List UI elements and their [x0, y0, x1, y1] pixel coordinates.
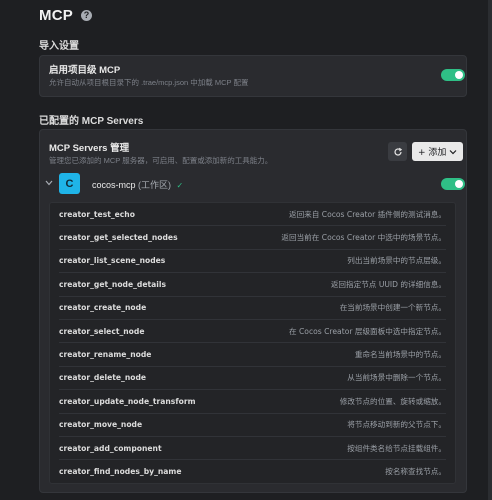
tool-row: creator_find_nodes_by_name 按名称查找节点。 [59, 460, 446, 482]
tool-description: 按组件类名给节点挂载组件。 [347, 443, 446, 453]
tool-row: creator_create_node 在当前场景中创建一个新节点。 [59, 297, 446, 320]
tool-name: creator_create_node [59, 303, 147, 313]
server-row-cocos-mcp[interactable]: C cocos-mcp (工作区) ✓ [45, 173, 465, 197]
add-server-button[interactable]: + 添加 [412, 142, 464, 161]
tool-name: creator_delete_node [59, 373, 147, 383]
tool-description: 按名称查找节点。 [385, 466, 446, 476]
page-title: MCP [39, 6, 73, 24]
tool-description: 在 Cocos Creator 层级面板中选中指定节点。 [288, 326, 446, 336]
tool-row: creator_select_node 在 Cocos Creator 层级面板… [59, 320, 446, 344]
servers-manage-description: 管理您已添加的 MCP 服务器，可启用、配置或添加新的工具能力。 [49, 156, 273, 165]
tool-name: creator_add_component [59, 443, 162, 453]
tool-row: creator_list_scene_nodes 列出当前场景中的节点层级。 [59, 250, 446, 274]
tool-description: 在当前场景中创建一个新节点。 [339, 303, 446, 313]
server-enable-toggle[interactable] [441, 178, 465, 190]
tool-row: creator_delete_node 从当前场景中删除一个节点。 [59, 367, 446, 391]
servers-section-title: 已配置的 MCP Servers [39, 116, 144, 127]
tool-name: creator_rename_node [59, 350, 152, 360]
tool-description: 列出当前场景中的节点层级。 [347, 256, 446, 266]
check-icon: ✓ [176, 181, 184, 190]
refresh-icon [393, 147, 402, 156]
tool-name: creator_test_echo [59, 209, 135, 219]
scrollbar-thumb[interactable] [488, 0, 492, 500]
tool-row: creator_update_node_transform 修改节点的位置、旋转… [59, 390, 446, 414]
server-workspace-tag: (工作区) [138, 180, 172, 190]
tool-description: 将节点移动到新的父节点下。 [347, 420, 446, 430]
project-mcp-setting-card: 启用项目级 MCP 允许自动从项目根目录下的 .trae/mcp.json 中加… [39, 55, 467, 97]
tool-name: creator_list_scene_nodes [59, 256, 166, 266]
tool-description: 返回来自 Cocos Creator 插件侧的测试消息。 [288, 209, 446, 219]
chevron-down-icon [449, 149, 457, 154]
import-section-title: 导入设置 [39, 41, 79, 52]
setting-description: 允许自动从项目根目录下的 .trae/mcp.json 中加载 MCP 配置 [49, 78, 249, 87]
tool-description: 从当前场景中删除一个节点。 [347, 373, 446, 383]
servers-manage-title: MCP Servers 管理 [49, 143, 130, 154]
tool-name: creator_update_node_transform [59, 396, 196, 406]
tool-row: creator_move_node 将节点移动到新的父节点下。 [59, 414, 446, 437]
tool-name: creator_move_node [59, 420, 143, 430]
tool-name: creator_get_node_details [59, 279, 166, 289]
server-name: cocos-mcp [92, 180, 136, 190]
tool-row: creator_get_selected_nodes 返回当前在 Cocos C… [59, 226, 446, 250]
server-avatar: C [59, 173, 80, 194]
mcp-settings-page: MCP ? 导入设置 启用项目级 MCP 允许自动从项目根目录下的 .trae/… [0, 0, 492, 500]
server-name-line: cocos-mcp (工作区) ✓ [92, 178, 183, 191]
tool-row: creator_test_echo 返回来自 Cocos Creator 插件侧… [59, 203, 446, 227]
tool-name: creator_find_nodes_by_name [59, 466, 182, 476]
tool-description: 重命名当前场景中的节点。 [354, 350, 446, 360]
tool-name: creator_select_node [59, 326, 145, 336]
tool-description: 修改节点的位置、旋转或缩放。 [339, 396, 446, 406]
mcp-servers-card: MCP Servers 管理 管理您已添加的 MCP 服务器，可启用、配置或添加… [39, 129, 467, 493]
tools-list: creator_test_echo 返回来自 Cocos Creator 插件侧… [49, 202, 456, 484]
tool-name: creator_get_selected_nodes [59, 233, 178, 243]
chevron-down-icon[interactable] [45, 180, 53, 186]
toggle-knob [455, 71, 463, 79]
tool-row: creator_add_component 按组件类名给节点挂载组件。 [59, 437, 446, 461]
tool-row: creator_rename_node 重命名当前场景中的节点。 [59, 343, 446, 367]
project-mcp-toggle[interactable] [441, 69, 465, 81]
page-header: MCP ? [39, 5, 92, 25]
setting-title: 启用项目级 MCP [49, 65, 121, 76]
tool-description: 返回指定节点 UUID 的详细信息。 [330, 279, 446, 289]
help-icon[interactable]: ? [80, 9, 92, 21]
tool-description: 返回当前在 Cocos Creator 中选中的场景节点。 [281, 233, 446, 243]
toggle-knob [455, 180, 463, 188]
tool-row: creator_get_node_details 返回指定节点 UUID 的详细… [59, 273, 446, 297]
add-button-label: + 添加 [418, 148, 447, 158]
refresh-button[interactable] [388, 142, 407, 161]
